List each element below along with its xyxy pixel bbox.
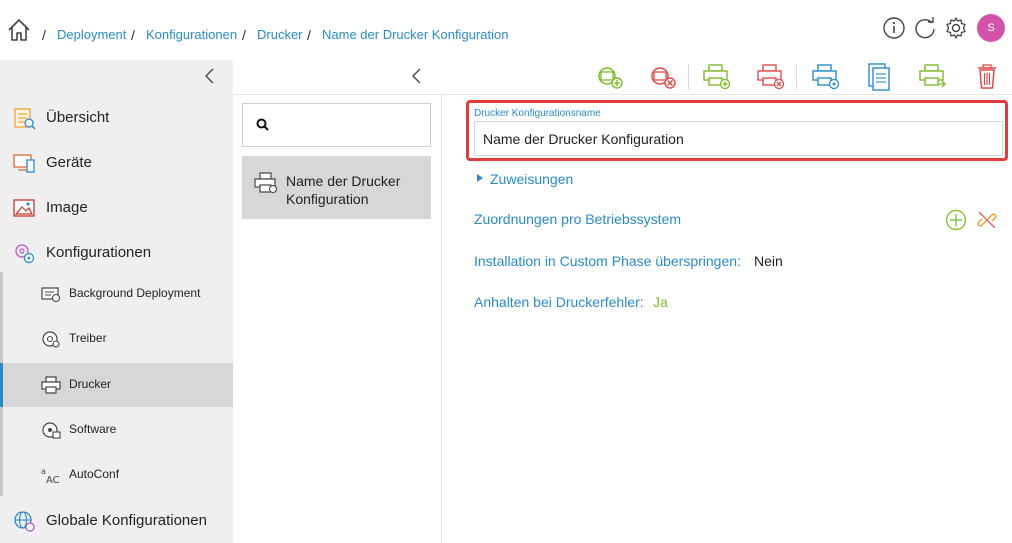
- user-avatar[interactable]: S: [977, 14, 1005, 42]
- stop-on-printer-error-value[interactable]: Ja: [653, 294, 668, 310]
- skip-custom-phase-label: Installation in Custom Phase überspringe…: [474, 253, 741, 269]
- name-field-label: Drucker Konfigurationsname: [474, 108, 601, 119]
- sidebar-item-label: Geräte: [46, 154, 92, 171]
- os-mappings-label: Zuordnungen pro Betriebssystem: [474, 211, 681, 227]
- sidebar-subitem-software[interactable]: Software: [0, 408, 233, 452]
- devices-icon: [12, 151, 36, 175]
- printer-config-icon: [254, 172, 278, 194]
- sidebar-subitem-background-deployment[interactable]: Background Deployment: [0, 272, 233, 316]
- sidebar-item-geraete[interactable]: Geräte: [0, 141, 233, 185]
- sidebar-subitem-label: Treiber: [69, 331, 107, 345]
- sidebar-item-label: Konfigurationen: [46, 244, 152, 261]
- overview-icon: [12, 106, 36, 130]
- export-icon[interactable]: [918, 63, 948, 91]
- breadcrumb-separator: /: [131, 27, 135, 43]
- sidebar-item-globale-konfigurationen[interactable]: Globale Konfigurationen: [0, 499, 233, 543]
- remove-printer-icon[interactable]: [756, 63, 786, 91]
- config-name-field[interactable]: [474, 121, 1003, 156]
- sidebar-item-label: Übersicht: [46, 109, 110, 126]
- add-mapping-icon[interactable]: [945, 209, 967, 231]
- autoconf-icon: a AC: [41, 466, 61, 484]
- remove-driver-icon[interactable]: [648, 63, 678, 91]
- breadcrumb-separator: /: [42, 27, 46, 43]
- add-driver-icon[interactable]: [595, 63, 625, 91]
- panel-divider: [441, 95, 442, 543]
- configurations-icon: [12, 241, 36, 265]
- breadcrumb-current[interactable]: Name der Drucker Konfiguration: [322, 27, 508, 42]
- info-icon[interactable]: [882, 16, 906, 40]
- add-printer-icon[interactable]: [702, 63, 732, 91]
- printer-icon: [41, 376, 61, 394]
- sidebar-subitem-autoconf[interactable]: a AC AutoConf: [0, 453, 233, 497]
- toolbar-divider: [233, 94, 1012, 95]
- sidebar-item-uebersicht[interactable]: Übersicht: [0, 96, 233, 140]
- breadcrumb-konfigurationen[interactable]: Konfigurationen: [146, 27, 237, 42]
- printer-settings-icon[interactable]: [811, 63, 841, 91]
- home-icon[interactable]: [6, 18, 32, 42]
- sidebar-subitem-treiber[interactable]: Treiber: [0, 317, 233, 361]
- sidebar-item-label: Image: [46, 199, 88, 216]
- svg-text:AC: AC: [46, 475, 60, 484]
- software-icon: [41, 421, 61, 439]
- sidebar-subitem-label: Software: [69, 422, 117, 436]
- breadcrumb-deployment[interactable]: Deployment: [57, 27, 126, 42]
- breadcrumb-separator: /: [307, 27, 311, 43]
- sidebar-subitem-label: AutoConf: [69, 467, 120, 481]
- stop-on-printer-error-label: Anhalten bei Druckerfehler:: [474, 294, 644, 310]
- collapse-sidebar-icon[interactable]: [202, 66, 218, 86]
- breadcrumb-drucker[interactable]: Drucker: [257, 27, 303, 42]
- background-deployment-icon: [41, 285, 61, 303]
- copy-icon[interactable]: [864, 63, 894, 91]
- unlink-icon[interactable]: [976, 209, 998, 231]
- subnav-active-marker: [0, 363, 3, 407]
- delete-icon[interactable]: [972, 63, 1002, 91]
- assignments-toggle[interactable]: Zuweisungen: [490, 171, 573, 187]
- sidebar-subitem-label: Drucker: [69, 377, 112, 391]
- search-icon: [256, 118, 270, 132]
- sidebar-subitem-label: Background Deployment: [69, 286, 201, 300]
- collapse-list-icon[interactable]: [409, 66, 425, 86]
- sidebar-item-label: Globale Konfigurationen: [46, 512, 207, 529]
- image-icon: [12, 196, 36, 220]
- toolbar-separator: [688, 64, 689, 90]
- list-item-label: Name der Drucker Konfiguration: [286, 173, 401, 207]
- driver-icon: [41, 330, 61, 348]
- sidebar-subitem-drucker[interactable]: Drucker: [0, 363, 233, 407]
- expand-arrow-icon[interactable]: [476, 173, 484, 183]
- toolbar-separator: [796, 64, 797, 90]
- settings-icon[interactable]: [944, 16, 968, 40]
- sidebar: Übersicht Geräte Image Konfigurationen B…: [0, 60, 233, 543]
- sidebar-item-image[interactable]: Image: [0, 186, 233, 230]
- search-input[interactable]: [242, 103, 431, 147]
- global-config-icon: [12, 509, 36, 533]
- skip-custom-phase-value[interactable]: Nein: [754, 253, 783, 269]
- refresh-icon[interactable]: [913, 16, 937, 40]
- breadcrumb-separator: /: [242, 27, 246, 43]
- sidebar-item-konfigurationen[interactable]: Konfigurationen: [0, 231, 233, 275]
- list-item[interactable]: Name der Drucker Konfiguration: [242, 156, 431, 219]
